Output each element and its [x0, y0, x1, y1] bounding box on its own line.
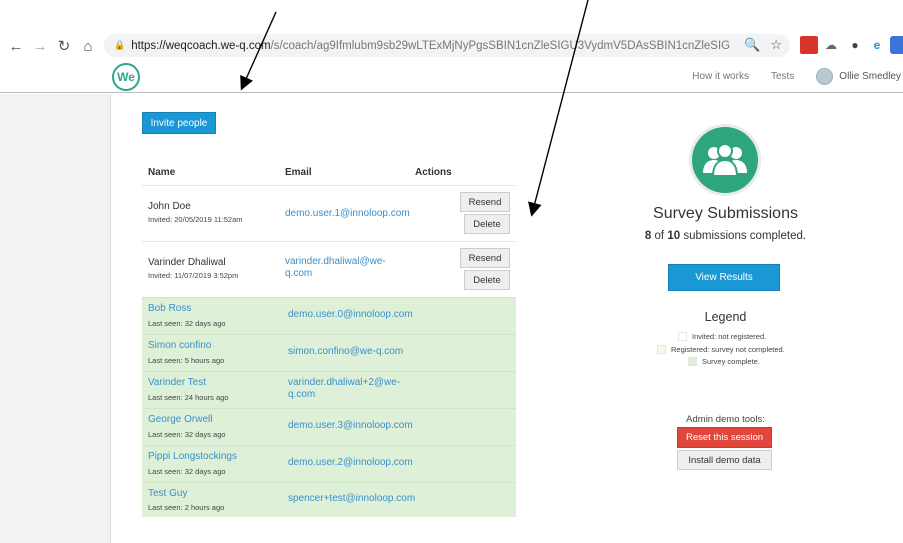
legend-swatch: [688, 357, 697, 366]
legend-title: Legend: [704, 310, 747, 324]
view-results-button[interactable]: View Results: [668, 264, 780, 291]
delete-button[interactable]: Delete: [464, 214, 510, 234]
legend-label: Invited: not registered.: [692, 332, 767, 341]
participant-name[interactable]: Varinder Test: [148, 377, 206, 388]
legend-label: Registered: survey not completed.: [671, 345, 785, 354]
weq-logo[interactable]: We: [112, 63, 140, 91]
address-bar[interactable]: 🔒 https://weqcoach.we-q.com/s/coach/ag9I…: [104, 34, 790, 57]
participant-email[interactable]: spencer+test@innoloop.com: [288, 493, 458, 505]
invite-people-button[interactable]: Invite people: [142, 112, 216, 134]
edge-extension-icon[interactable]: e: [868, 36, 886, 54]
participant-name: John Doe: [148, 201, 191, 212]
participant-status: Last seen: 2 hours ago: [148, 503, 225, 512]
participant-name[interactable]: Test Guy: [148, 488, 187, 499]
column-header-name: Name: [148, 167, 176, 178]
reload-icon[interactable]: ↻: [52, 34, 76, 58]
participant-email[interactable]: varinder.dhaliwal+2@we-q.com: [288, 377, 408, 401]
url-text: https://weqcoach.we-q.com/s/coach/ag9Ifm…: [131, 40, 731, 52]
table-row: George Orwell Last seen: 32 days ago dem…: [142, 408, 516, 445]
of-text: of: [654, 230, 665, 242]
cloud-extension-icon[interactable]: ☁: [822, 36, 840, 54]
table-row: Varinder Dhaliwal Invited: 11/07/2019 3:…: [142, 241, 516, 297]
participant-name[interactable]: George Orwell: [148, 414, 212, 425]
legend-item: Registered: survey not completed.: [657, 345, 785, 354]
submissions-suffix: submissions completed.: [683, 230, 807, 242]
participant-email[interactable]: demo.user.2@innoloop.com: [288, 457, 458, 469]
back-icon[interactable]: ←: [4, 34, 28, 58]
legend-item: Invited: not registered.: [678, 332, 766, 341]
participant-email[interactable]: demo.user.1@innoloop.com: [285, 208, 410, 220]
participant-email[interactable]: simon.confino@we-q.com: [288, 346, 458, 358]
table-row: Bob Ross Last seen: 32 days ago demo.use…: [142, 297, 516, 334]
participant-status: Last seen: 24 hours ago: [148, 393, 229, 402]
table-row: Pippi Longstockings Last seen: 32 days a…: [142, 445, 516, 482]
legend-swatch: [657, 345, 666, 354]
participant-email[interactable]: varinder.dhaliwal@we-q.com: [285, 256, 395, 280]
top-nav: How it works Tests Ollie Smedley: [692, 60, 903, 93]
participant-name: Varinder Dhaliwal: [148, 257, 226, 268]
legend-label: Survey complete.: [702, 357, 760, 366]
participant-status: Invited: 11/07/2019 3:52pm: [148, 271, 239, 280]
participant-name[interactable]: Simon confino: [148, 340, 211, 351]
table-row: Simon confino Last seen: 5 hours ago sim…: [142, 334, 516, 371]
resend-button[interactable]: Resend: [460, 248, 510, 268]
zoom-icon[interactable]: 🔍: [744, 37, 760, 53]
participant-status: Last seen: 32 days ago: [148, 467, 226, 476]
delete-button[interactable]: Delete: [464, 270, 510, 290]
nav-tests[interactable]: Tests: [771, 71, 794, 82]
reset-session-button[interactable]: Reset this session: [677, 427, 772, 448]
participant-status: Last seen: 32 days ago: [148, 430, 226, 439]
address-row: ← → ↻ ⌂ 🔒 https://weqcoach.we-q.com/s/co…: [0, 32, 903, 60]
extension-icon[interactable]: [800, 36, 818, 54]
column-header-email: Email: [285, 167, 312, 178]
avatar[interactable]: [816, 68, 834, 85]
participant-name[interactable]: Pippi Longstockings: [148, 451, 237, 462]
lock-icon: 🔒: [114, 40, 126, 50]
table-row: Test Guy Last seen: 2 hours ago spencer+…: [142, 482, 516, 517]
user-name[interactable]: Ollie Smedley: [839, 71, 901, 82]
participant-status: Last seen: 32 days ago: [148, 319, 226, 328]
resend-button[interactable]: Resend: [460, 192, 510, 212]
participant-email[interactable]: demo.user.3@innoloop.com: [288, 420, 458, 432]
url-path: /s/coach/ag9Ifmlubm9sb29wLTExMjNyPgsSBIN…: [270, 39, 732, 52]
url-host: https://weqcoach.we-q.com: [131, 39, 271, 52]
total-count: 10: [667, 230, 681, 242]
table-row: John Doe Invited: 20/05/2019 11:52am dem…: [142, 185, 516, 241]
participant-name[interactable]: Bob Ross: [148, 303, 191, 314]
tab-strip: [0, 0, 903, 32]
app-header: We How it works Tests Ollie Smedley: [0, 60, 903, 93]
install-demo-data-button[interactable]: Install demo data: [677, 450, 772, 470]
circle-extension-icon[interactable]: ●: [846, 36, 864, 54]
column-header-actions: Actions: [415, 167, 452, 178]
admin-tools-label: Admin demo tools:: [686, 414, 765, 425]
omnibox-actions: 🔍 ☆: [744, 37, 782, 53]
participant-email[interactable]: demo.user.0@innoloop.com: [288, 309, 458, 321]
forward-icon[interactable]: →: [28, 34, 52, 58]
blue-extension-icon[interactable]: [890, 36, 903, 54]
bookmark-star-icon[interactable]: ☆: [770, 37, 782, 53]
submission-count: 8 of 10 submissions completed.: [604, 230, 847, 242]
survey-title: Survey Submissions: [653, 205, 798, 222]
table-row: Varinder Test Last seen: 24 hours ago va…: [142, 371, 516, 408]
left-gutter: [0, 94, 111, 543]
legend-item: Survey complete.: [688, 357, 760, 366]
browser-chrome: ← → ↻ ⌂ 🔒 https://weqcoach.we-q.com/s/co…: [0, 0, 903, 60]
participant-status: Last seen: 5 hours ago: [148, 356, 225, 365]
participant-status: Invited: 20/05/2019 11:52am: [148, 215, 243, 224]
home-icon[interactable]: ⌂: [76, 34, 100, 58]
group-users-icon: [692, 127, 758, 193]
completed-count: 8: [644, 230, 652, 242]
nav-how-it-works[interactable]: How it works: [692, 71, 749, 82]
legend-swatch: [678, 332, 687, 341]
